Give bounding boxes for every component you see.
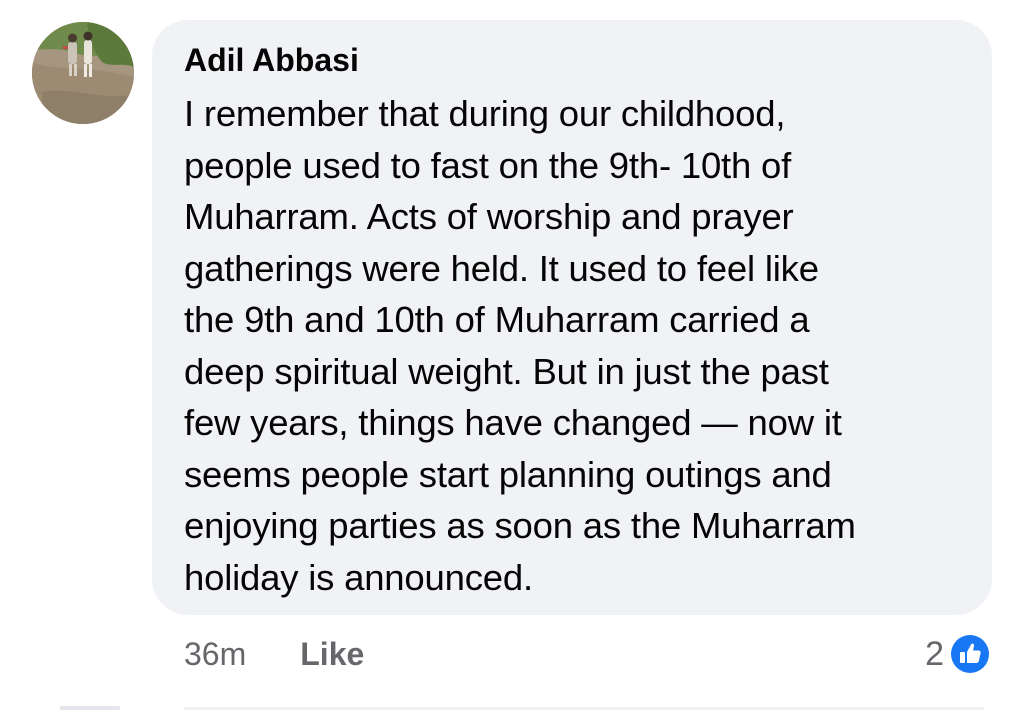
comment-text-line: gatherings were held. It used to feel li… — [184, 247, 819, 289]
reaction-count: 2 — [925, 634, 944, 673]
like-reaction-badge — [948, 632, 992, 676]
like-button[interactable]: Like — [300, 636, 364, 673]
comment-text-line: few years, things have changed — now it — [184, 402, 842, 443]
comment-text-line: seems people start planning outings and — [184, 453, 832, 495]
thumbs-up-icon — [951, 635, 989, 673]
comment-text-line: people used to fast on the 9th- 10th of — [184, 144, 792, 186]
comment-text-line: deep spiritual weight. But in just the p… — [184, 350, 829, 392]
comment-text-line: the 9th and 10th of Muharram carried a — [184, 299, 810, 340]
avatar-photo — [32, 22, 134, 124]
comment-author-name[interactable]: Adil Abbasi — [184, 40, 968, 80]
comment-actions: 36m Like — [184, 630, 364, 678]
comment-text-line: holiday is announced. — [184, 556, 533, 598]
next-comment-avatar-edge — [60, 706, 120, 710]
comment-text: I remember that during our childhood, pe… — [184, 88, 968, 603]
comment-timestamp[interactable]: 36m — [184, 636, 246, 673]
reaction-summary[interactable]: 2 — [925, 630, 992, 678]
comment-text-line: Muharram. Acts of worship and prayer — [184, 196, 794, 237]
avatar[interactable] — [32, 22, 134, 124]
comment-text-line: enjoying parties as soon as the Muharram — [184, 505, 856, 546]
comment-bubble: Adil Abbasi I remember that during our c… — [152, 20, 992, 615]
comment-thread: Adil Abbasi I remember that during our c… — [0, 0, 1024, 710]
comment-text-line: I remember that during our childhood, — [184, 93, 786, 134]
